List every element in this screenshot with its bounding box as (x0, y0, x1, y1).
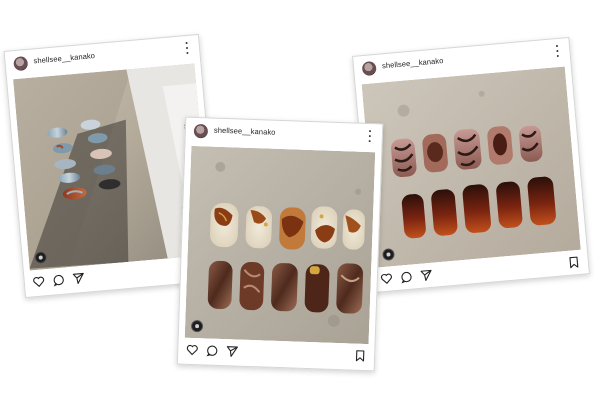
nail-photo-tortoiseshell (361, 66, 581, 268)
send-icon[interactable] (226, 345, 238, 357)
nail-photo-brown-marble (184, 145, 376, 345)
action-bar (184, 342, 369, 366)
comment-icon[interactable] (400, 271, 413, 284)
username[interactable]: shellsee__kanako (33, 51, 95, 65)
avatar[interactable] (13, 55, 29, 72)
comment-icon[interactable] (206, 344, 218, 357)
username[interactable]: shellsee__kanako (214, 126, 276, 137)
username[interactable]: shellsee__kanako (382, 56, 444, 70)
avatar[interactable] (193, 123, 209, 139)
comment-icon[interactable] (52, 274, 65, 287)
bookmark-icon[interactable] (354, 350, 366, 362)
heart-icon[interactable] (32, 275, 45, 288)
send-icon[interactable] (420, 269, 433, 282)
avatar[interactable] (361, 60, 377, 77)
heart-icon[interactable] (380, 272, 393, 285)
heart-icon[interactable] (186, 344, 198, 356)
bookmark-icon[interactable] (567, 256, 580, 269)
post-card-2: shellsee__kanako (176, 116, 384, 372)
post-photo[interactable] (361, 66, 581, 268)
post-photo[interactable] (184, 145, 376, 345)
send-icon[interactable] (72, 272, 85, 285)
more-vertical-icon[interactable] (184, 41, 189, 55)
more-vertical-icon[interactable] (555, 44, 560, 58)
post-card-3: shellsee__kanako (352, 36, 590, 294)
more-vertical-icon[interactable] (368, 129, 372, 143)
post-header: shellsee__kanako (185, 118, 382, 151)
